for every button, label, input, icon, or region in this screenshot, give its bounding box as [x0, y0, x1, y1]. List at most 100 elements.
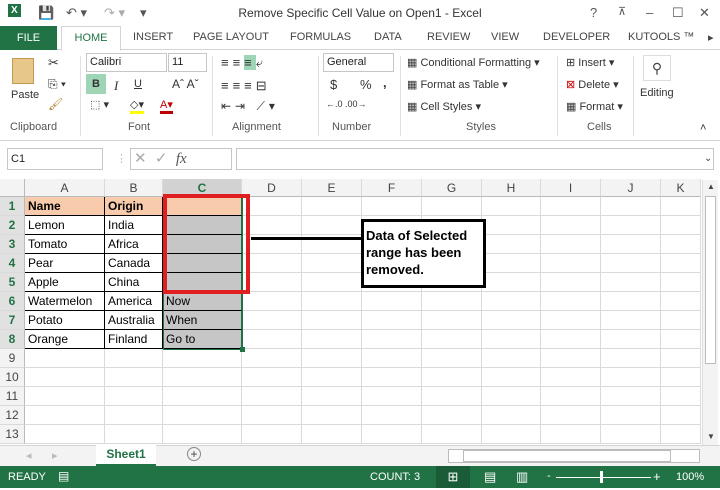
italic-button[interactable]: I	[114, 78, 118, 94]
cell-C11[interactable]	[163, 387, 242, 406]
cell-D8[interactable]	[242, 330, 302, 349]
cell-A1[interactable]: Name	[25, 197, 105, 216]
row-header-6[interactable]: 6	[0, 292, 25, 311]
cell-H8[interactable]	[482, 330, 541, 349]
cell-I10[interactable]	[541, 368, 601, 387]
row-header-13[interactable]: 13	[0, 425, 25, 444]
cell-J9[interactable]	[601, 349, 661, 368]
cell-A10[interactable]	[25, 368, 105, 387]
cell-I12[interactable]	[541, 406, 601, 425]
column-header-B[interactable]: B	[105, 179, 163, 197]
row-header-10[interactable]: 10	[0, 368, 25, 387]
cell-E2[interactable]	[302, 216, 362, 235]
cell-B4[interactable]: Canada	[105, 254, 163, 273]
cell-G8[interactable]	[422, 330, 482, 349]
cell-E12[interactable]	[302, 406, 362, 425]
cell-B11[interactable]	[105, 387, 163, 406]
tab-home[interactable]: HOME	[61, 26, 121, 51]
tab-formulas[interactable]: FORMULAS	[290, 31, 351, 43]
cell-I4[interactable]	[541, 254, 601, 273]
cell-G11[interactable]	[422, 387, 482, 406]
normal-view-icon[interactable]: ⊞	[436, 466, 470, 488]
cell-B5[interactable]: China	[105, 273, 163, 292]
cell-K12[interactable]	[661, 406, 701, 425]
cell-H12[interactable]	[482, 406, 541, 425]
page-break-view-icon[interactable]: ▥	[516, 469, 528, 485]
cell-J2[interactable]	[601, 216, 661, 235]
cell-B13[interactable]	[105, 425, 163, 444]
cell-K2[interactable]	[661, 216, 701, 235]
cell-A13[interactable]	[25, 425, 105, 444]
column-header-E[interactable]: E	[302, 179, 362, 197]
cell-J7[interactable]	[601, 311, 661, 330]
cell-D4[interactable]	[242, 254, 302, 273]
row-header-8[interactable]: 8	[0, 330, 25, 349]
insert-function-button[interactable]: fx	[176, 151, 187, 167]
help-button[interactable]: ?	[590, 5, 597, 20]
cell-G7[interactable]	[422, 311, 482, 330]
cell-C10[interactable]	[163, 368, 242, 387]
cell-E7[interactable]	[302, 311, 362, 330]
format-as-table-button[interactable]: ▦ Format as Table ▾	[407, 78, 508, 91]
next-sheet-icon[interactable]: ▸	[52, 449, 58, 462]
scroll-down-icon[interactable]: ▼	[707, 432, 715, 441]
cell-H5[interactable]	[482, 273, 541, 292]
cell-E10[interactable]	[302, 368, 362, 387]
tab-developer[interactable]: DEVELOPER	[543, 31, 610, 43]
row-header-11[interactable]: 11	[0, 387, 25, 406]
cell-C6[interactable]: Now	[163, 292, 242, 311]
cancel-icon[interactable]: ✕	[134, 150, 147, 167]
cell-E13[interactable]	[302, 425, 362, 444]
column-header-A[interactable]: A	[25, 179, 105, 197]
cell-J13[interactable]	[601, 425, 661, 444]
sheet-tab-sheet1[interactable]: Sheet1	[96, 445, 156, 466]
bold-button[interactable]: B	[86, 74, 106, 94]
macro-record-icon[interactable]: ▤	[58, 469, 69, 483]
cell-H11[interactable]	[482, 387, 541, 406]
insert-cells-button[interactable]: ⊞ Insert ▾	[566, 56, 614, 69]
cell-D10[interactable]	[242, 368, 302, 387]
comma-button[interactable]: ,	[383, 75, 387, 90]
cell-I8[interactable]	[541, 330, 601, 349]
row-header-4[interactable]: 4	[0, 254, 25, 273]
cell-G12[interactable]	[422, 406, 482, 425]
cell-I5[interactable]	[541, 273, 601, 292]
name-box[interactable]: C1	[7, 148, 103, 170]
minimize-button[interactable]: –	[646, 5, 653, 20]
fill-color-icon[interactable]: ◇▾	[130, 98, 144, 114]
editing-button[interactable]: Editing	[640, 87, 674, 99]
cell-J11[interactable]	[601, 387, 661, 406]
fill-handle[interactable]	[240, 347, 245, 352]
cell-B7[interactable]: Australia	[105, 311, 163, 330]
cell-D7[interactable]	[242, 311, 302, 330]
tab-view[interactable]: VIEW	[491, 31, 519, 43]
cell-J6[interactable]	[601, 292, 661, 311]
column-header-F[interactable]: F	[362, 179, 422, 197]
cell-A9[interactable]	[25, 349, 105, 368]
cell-A11[interactable]	[25, 387, 105, 406]
scroll-up-icon[interactable]: ▲	[707, 182, 715, 191]
cell-styles-button[interactable]: ▦ Cell Styles ▾	[407, 100, 481, 113]
zoom-level[interactable]: 100%	[676, 471, 704, 483]
cell-J4[interactable]	[601, 254, 661, 273]
cell-H9[interactable]	[482, 349, 541, 368]
cell-F8[interactable]	[362, 330, 422, 349]
horizontal-scroll-thumb[interactable]	[463, 450, 671, 462]
cell-B8[interactable]: Finland	[105, 330, 163, 349]
cell-E1[interactable]	[302, 197, 362, 216]
cell-D12[interactable]	[242, 406, 302, 425]
vertical-scroll-thumb[interactable]	[705, 196, 716, 364]
column-header-G[interactable]: G	[422, 179, 482, 197]
horizontal-scrollbar[interactable]	[448, 449, 700, 463]
cell-A4[interactable]: Pear	[25, 254, 105, 273]
tab-file[interactable]: FILE	[0, 26, 57, 50]
tabs-scroll-right-icon[interactable]: ▸	[708, 31, 714, 44]
cell-H6[interactable]	[482, 292, 541, 311]
copy-icon[interactable]: ⎘ ▾	[48, 77, 66, 92]
cell-I9[interactable]	[541, 349, 601, 368]
ribbon-display-icon[interactable]: ⊼	[618, 5, 626, 18]
cell-H13[interactable]	[482, 425, 541, 444]
cell-J3[interactable]	[601, 235, 661, 254]
vertical-align-icons[interactable]: ≡≡≡⤶	[221, 55, 267, 71]
cell-G1[interactable]	[422, 197, 482, 216]
